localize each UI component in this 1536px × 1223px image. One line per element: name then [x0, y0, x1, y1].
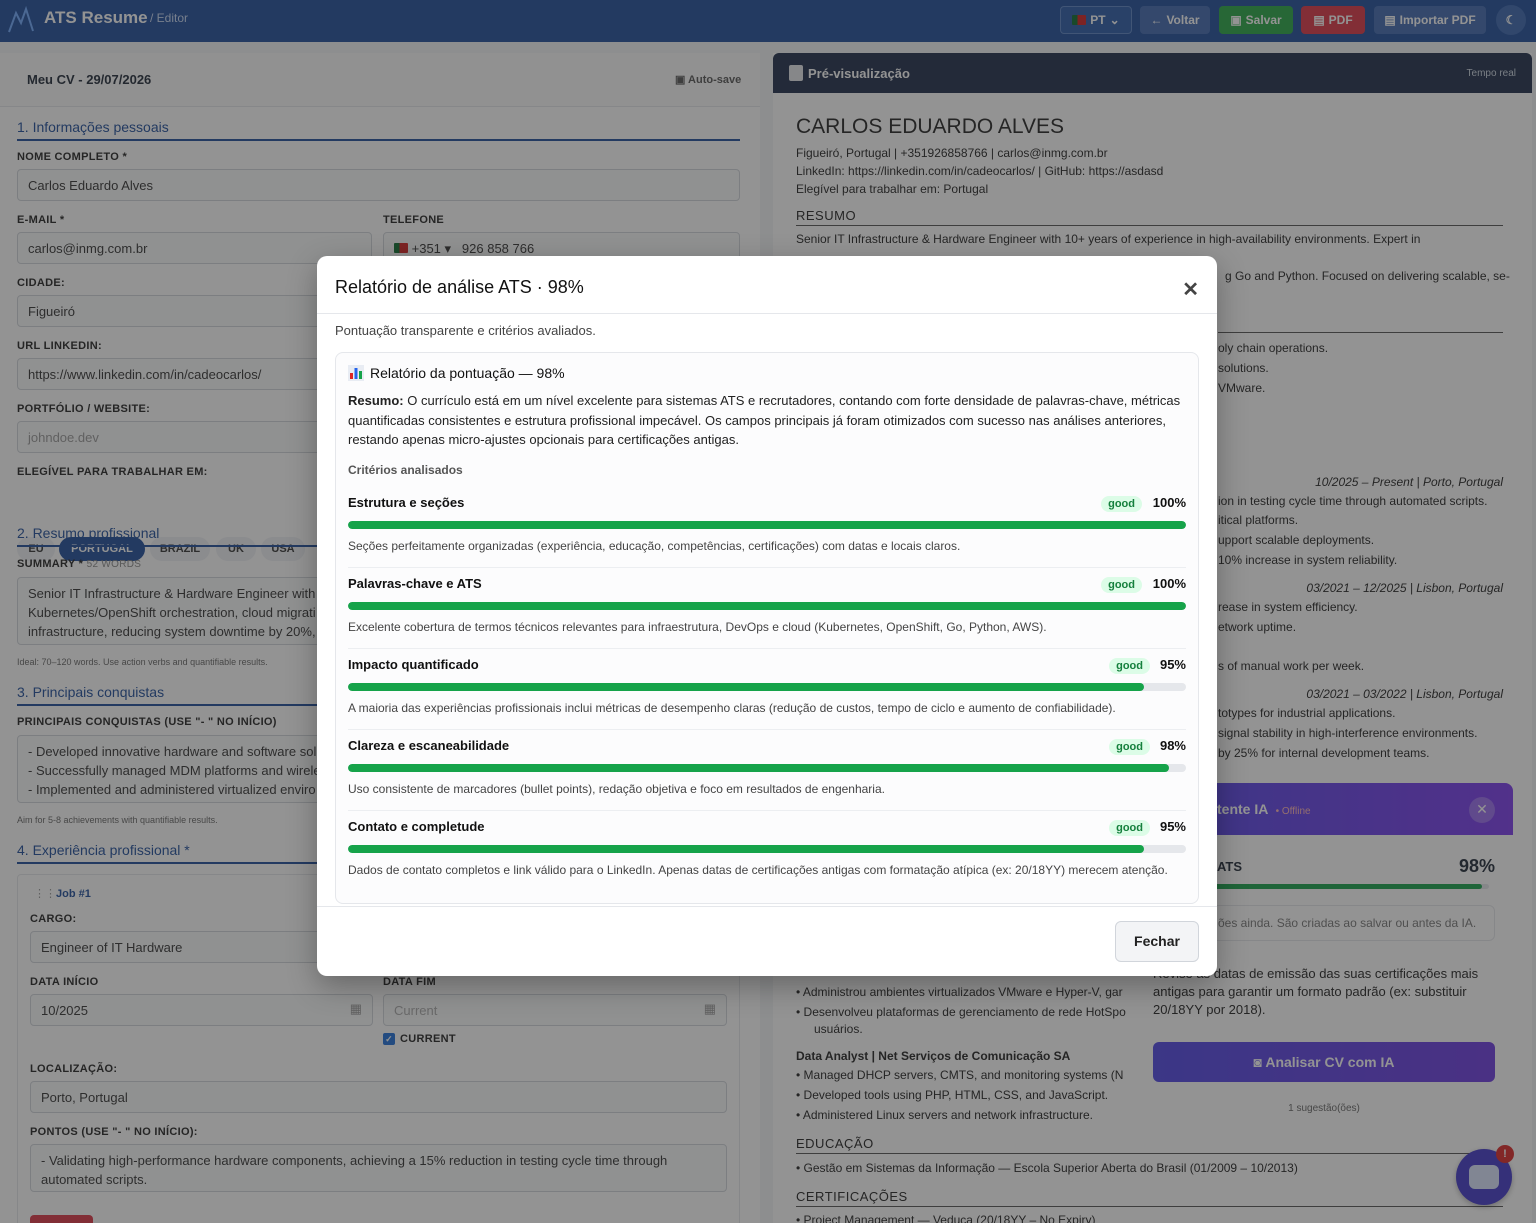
close-modal-button[interactable]: Fechar	[1115, 921, 1199, 962]
criterion-progress-bar	[348, 764, 1186, 772]
criterion-progress-fill	[348, 683, 1145, 691]
bar-chart-icon	[348, 365, 364, 381]
criterion-name: Contato e completude	[348, 819, 485, 834]
modal-footer-divider	[317, 906, 1217, 907]
close-icon: ✕	[1182, 279, 1199, 301]
criterion-percent: 95%	[1159, 657, 1186, 672]
criterion-description: Excelente cobertura de termos técnicos r…	[348, 620, 1047, 634]
criterion-percent: 98%	[1159, 738, 1186, 753]
criterion-progress-bar	[348, 521, 1186, 529]
criterion-progress-fill	[348, 764, 1170, 772]
criterion-percent: 95%	[1159, 819, 1186, 834]
score-summary-text: O currículo está em um nível excelente p…	[348, 393, 1181, 447]
criterion-status-badge: good	[1109, 820, 1150, 836]
criterion-row: Impacto quantificado good 95% A maioria das…	[348, 649, 1186, 730]
criterion-name: Clareza e escaneabilidade	[348, 738, 510, 753]
criterion-status-badge: good	[1101, 577, 1142, 593]
criterion-status-badge: good	[1109, 658, 1150, 674]
criteria-heading: Critérios analisados	[348, 463, 463, 477]
score-report-card: Relatório da pontuação — 98% Resumo: O c…	[335, 352, 1199, 904]
criterion-percent: 100%	[1152, 576, 1186, 591]
criterion-row: Contato e completude good 95% Dados de cont…	[348, 811, 1186, 892]
score-report-title: Relatório da pontuação — 98%	[348, 365, 565, 381]
criterion-progress-fill	[348, 602, 1186, 610]
criterion-description: Uso consistente de marcadores (bullet po…	[348, 782, 885, 796]
criterion-name: Estrutura e seções	[348, 495, 465, 510]
modal-header-divider	[317, 313, 1217, 314]
criterion-progress-bar	[348, 845, 1186, 853]
ats-report-modal: Relatório de análise ATS · 98% ✕ Pontuaç…	[317, 256, 1217, 976]
criterion-status-badge: good	[1109, 739, 1150, 755]
criterion-name: Impacto quantificado	[348, 657, 479, 672]
criterion-name: Palavras-chave e ATS	[348, 576, 482, 591]
criterion-progress-bar	[348, 683, 1186, 691]
modal-close-button[interactable]: ✕	[1182, 277, 1199, 302]
score-summary-label: Resumo:	[348, 393, 404, 408]
criterion-percent: 100%	[1152, 495, 1186, 510]
criterion-description: Dados de contato completos e link válido…	[348, 863, 1168, 877]
criterion-description: A maioria das experiências profissionais…	[348, 701, 1116, 715]
criterion-description: Seções perfeitamente organizadas (experi…	[348, 539, 961, 553]
criterion-progress-fill	[348, 845, 1145, 853]
criterion-row: Estrutura e seções good 100% Seções perfeit…	[348, 487, 1186, 568]
criterion-progress-bar	[348, 602, 1186, 610]
score-report-title-text: Relatório da pontuação — 98%	[370, 365, 565, 381]
score-summary: Resumo: O currículo está em um nível exc…	[348, 391, 1188, 450]
criterion-progress-fill	[348, 521, 1186, 529]
criterion-row: Clareza e escaneabilidade good 98% Uso cons…	[348, 730, 1186, 811]
criterion-row: Palavras-chave e ATS good 100% Excelente co…	[348, 568, 1186, 649]
modal-subtitle: Pontuação transparente e critérios avali…	[335, 323, 596, 338]
criterion-status-badge: good	[1101, 496, 1142, 512]
modal-title: Relatório de análise ATS · 98%	[335, 277, 584, 297]
